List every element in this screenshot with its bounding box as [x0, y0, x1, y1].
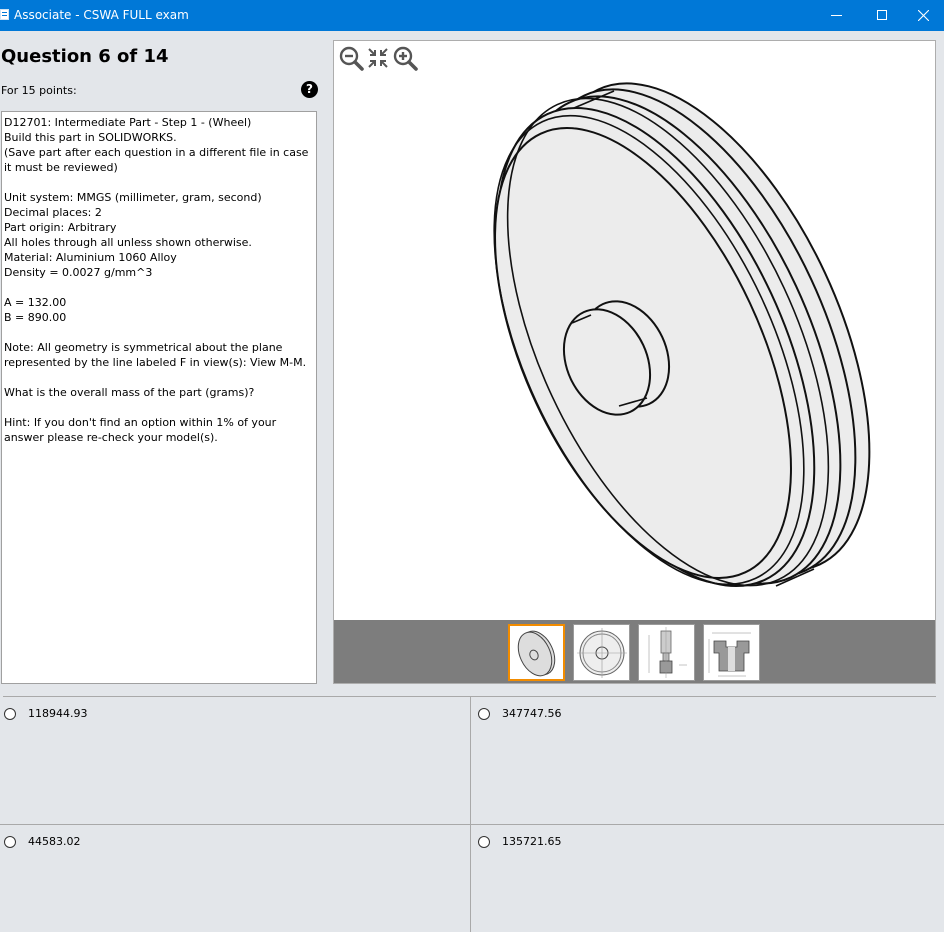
points-label: For 15 points:	[1, 84, 77, 97]
image-viewer[interactable]	[333, 40, 936, 684]
minimize-button[interactable]	[814, 0, 860, 31]
fit-view-icon[interactable]	[365, 45, 391, 71]
zoom-out-icon[interactable]	[338, 45, 364, 71]
help-icon[interactable]: ?	[301, 81, 318, 98]
thumbnail-section-view[interactable]	[638, 624, 695, 681]
text-line: B = 890.00	[4, 311, 67, 324]
answer-label: 135721.65	[502, 835, 562, 848]
question-heading: Question 6 of 14	[1, 46, 169, 67]
wheel-model-render	[493, 82, 871, 588]
thumbnail-strip	[334, 620, 935, 683]
text-line: All holes through all unless shown other…	[4, 236, 252, 249]
radio-button[interactable]	[478, 708, 490, 720]
section-view-thumbnail-image	[648, 627, 687, 678]
front-view-thumbnail-image	[577, 628, 627, 678]
text-line: Decimal places: 2	[4, 206, 102, 219]
thumbnail-isometric-view[interactable]	[508, 624, 565, 681]
answer-label: 118944.93	[28, 707, 88, 720]
text-line: A = 132.00	[4, 296, 67, 309]
text-line: Build this part in SOLIDWORKS.	[4, 131, 177, 144]
answer-options: 118944.93 347747.56 44583.02 135721.65	[0, 696, 944, 932]
answer-option-1[interactable]: 118944.93	[4, 707, 444, 728]
answer-option-4[interactable]: 135721.65	[478, 835, 918, 856]
maximize-icon	[877, 10, 887, 20]
close-icon	[918, 10, 929, 21]
text-line: Unit system: MMGS (millimeter, gram, sec…	[4, 191, 262, 204]
answer-option-3[interactable]: 44583.02	[4, 835, 444, 856]
answer-label: 347747.56	[502, 707, 562, 720]
text-line	[4, 370, 314, 385]
text-line: (Save part after each question in a diff…	[4, 146, 309, 174]
radio-button[interactable]	[478, 836, 490, 848]
text-line	[4, 175, 314, 190]
answer-option-2[interactable]: 347747.56	[478, 707, 918, 728]
text-line	[4, 280, 314, 295]
radio-button[interactable]	[4, 836, 16, 848]
answer-label: 44583.02	[28, 835, 81, 848]
text-line: D12701: Intermediate Part - Step 1 - (Wh…	[4, 116, 252, 129]
thumbnail-section-detail[interactable]	[703, 624, 760, 681]
text-line: Part origin: Arbitrary	[4, 221, 117, 234]
text-line: What is the overall mass of the part (gr…	[4, 386, 255, 399]
text-line: Material: Aluminium 1060 Alloy	[4, 251, 177, 264]
text-line: Note: All geometry is symmetrical about …	[4, 341, 307, 369]
wheel-thumbnail-image	[517, 630, 556, 677]
minimize-icon	[831, 15, 842, 16]
close-button[interactable]	[904, 0, 944, 31]
divider	[0, 824, 944, 825]
text-line: Density = 0.0027 g/mm^3	[4, 266, 153, 279]
app-icon	[0, 9, 9, 20]
section-detail-thumbnail-image	[708, 632, 751, 677]
radio-button[interactable]	[4, 708, 16, 720]
title-bar: Associate - CSWA FULL exam	[0, 0, 944, 31]
thumbnail-front-view[interactable]	[573, 624, 630, 681]
text-line	[4, 400, 314, 415]
question-text-box[interactable]: D12701: Intermediate Part - Step 1 - (Wh…	[1, 111, 317, 684]
text-line: Hint: If you don't find an option within…	[4, 416, 277, 444]
text-line	[4, 325, 314, 340]
divider	[470, 696, 471, 932]
window-title: Associate - CSWA FULL exam	[14, 8, 189, 22]
maximize-button[interactable]	[859, 0, 905, 31]
